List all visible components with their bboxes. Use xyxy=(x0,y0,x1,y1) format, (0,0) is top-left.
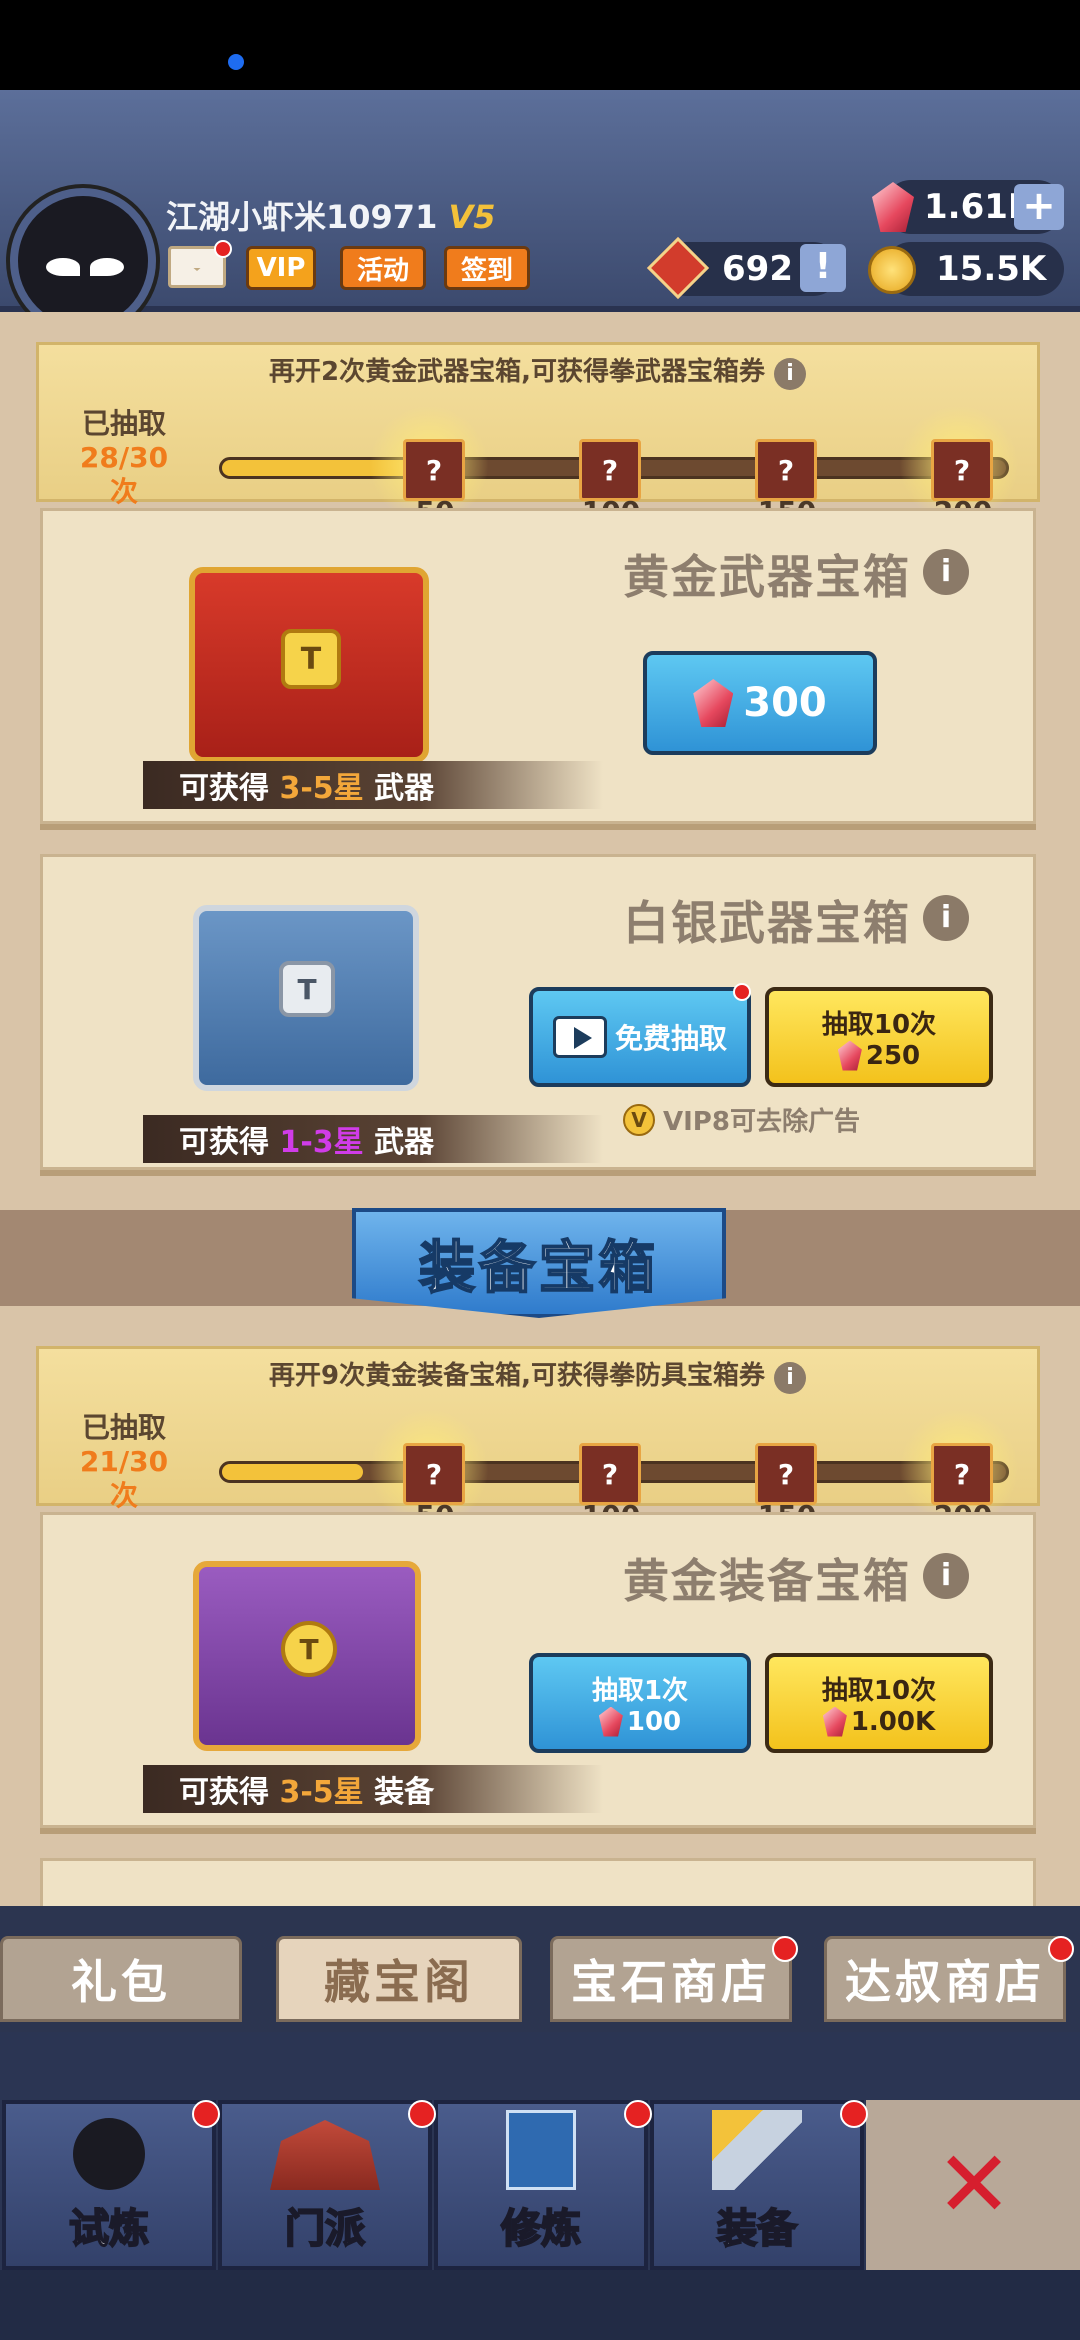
milestone-reward-icon[interactable]: ? xyxy=(755,439,817,501)
milestone-reward-icon[interactable]: ? xyxy=(755,1443,817,1505)
milestone-reward-icon[interactable]: ? xyxy=(931,1443,993,1505)
gold-weapon-chest-title: 黄金武器宝箱 xyxy=(623,550,911,604)
next-chest-card xyxy=(40,1858,1036,1906)
silver-draw-ten-button[interactable]: 抽取10次 250 xyxy=(765,987,993,1087)
equip-draw-one-button[interactable]: 抽取1次 100 xyxy=(529,1653,751,1753)
weapon-drawn-count: 已抽取 28/30次 xyxy=(79,407,169,508)
video-ad-icon xyxy=(552,1016,607,1058)
milestone-reward-icon[interactable]: ? xyxy=(403,1443,465,1505)
treasure-panel[interactable]: 再开2次黄金武器宝箱,可获得拳武器宝箱券 i 已抽取 28/30次 ? ? ? ?… xyxy=(0,312,1080,1906)
gold-equip-chest-card: 黄金装备宝箱 i T 可获得 3-5星 装备 抽取1次 100 抽取10次 1.00… xyxy=(40,1512,1036,1828)
buy-gold-weapon-button[interactable]: 300 xyxy=(643,651,877,755)
nav-sect-label: 门派 xyxy=(284,2205,366,2253)
weapon-progress-box: 再开2次黄金武器宝箱,可获得拳武器宝箱券 i 已抽取 28/30次 ? ? ? ?… xyxy=(36,342,1040,528)
tab-gem-shop[interactable]: 宝石商店 xyxy=(550,1936,792,2022)
chest-lock-icon: T xyxy=(281,1621,337,1677)
gold-weapon-chest-image: T xyxy=(189,567,429,763)
info-icon[interactable]: i xyxy=(774,358,807,390)
checkin-button[interactable]: 签到 xyxy=(444,246,530,290)
status-indicator-dot xyxy=(228,54,244,70)
gem-icon xyxy=(822,1706,847,1737)
mail-notification-dot xyxy=(214,240,232,258)
milestone-reward-icon[interactable]: ? xyxy=(579,1443,641,1505)
gem-icon xyxy=(837,1040,862,1071)
nav-notification-dot xyxy=(408,2100,436,2128)
tab-treasure-pavilion[interactable]: 藏宝阁 xyxy=(276,1936,522,2022)
event-button[interactable]: 活动 xyxy=(340,246,426,290)
silver-weapon-chest-image: T xyxy=(193,905,419,1091)
chest-info-icon[interactable]: i xyxy=(923,895,969,941)
weapon-progress-title: 再开2次黄金武器宝箱,可获得拳武器宝箱券 i xyxy=(269,351,807,390)
close-icon[interactable]: ✕ xyxy=(932,2139,1016,2231)
equip-progress-fill xyxy=(222,1464,364,1480)
gem-shop-notification-dot xyxy=(772,1936,798,1962)
nav-trial-label: 试炼 xyxy=(68,2205,150,2253)
chest-lock-icon: T xyxy=(281,629,341,689)
chest-info-icon[interactable]: i xyxy=(923,1553,969,1599)
silver-weapon-reward-ribbon: 可获得 1-3星 武器 xyxy=(143,1115,603,1163)
equip-progress-box: 再开9次黄金装备宝箱,可获得拳防具宝箱券 i 已抽取 21/30次 ? ? ? ?… xyxy=(36,1346,1040,1532)
milestone-reward-icon[interactable]: ? xyxy=(931,439,993,501)
uncle-shop-notification-dot xyxy=(1048,1936,1074,1962)
nav-notification-dot xyxy=(840,2100,868,2128)
vip-badge-icon: V xyxy=(623,1103,655,1136)
gold-weapon-chest-card: 黄金武器宝箱 i T 可获得 3-5星 武器 300 xyxy=(40,508,1036,824)
free-draw-button[interactable]: 免费抽取 xyxy=(529,987,751,1087)
nav-trial[interactable]: 试炼 xyxy=(2,2100,216,2270)
nav-equipment[interactable]: 装备 xyxy=(650,2100,864,2270)
equip-progress-title: 再开9次黄金装备宝箱,可获得拳防具宝箱券 i xyxy=(269,1355,807,1394)
gold-equip-chest-image: T xyxy=(193,1561,421,1751)
nav-notification-dot xyxy=(624,2100,652,2128)
nav-close-area[interactable]: ✕ xyxy=(866,2100,1080,2270)
equipment-section-title: 装备宝箱 xyxy=(352,1208,726,1318)
manual-book-icon xyxy=(506,2110,576,2190)
gesture-area xyxy=(0,2270,1080,2340)
info-icon[interactable]: i xyxy=(774,1362,807,1394)
gem-icon xyxy=(693,679,734,727)
player-name: 江湖小虾米10971 V5 xyxy=(166,198,496,236)
free-draw-notification-dot xyxy=(733,983,751,1001)
tab-gift-pack[interactable]: 礼包 xyxy=(0,1936,242,2022)
nav-notification-dot xyxy=(192,2100,220,2128)
silver-weapon-chest-title: 白银武器宝箱 xyxy=(623,896,911,950)
gold-weapon-reward-ribbon: 可获得 3-5星 武器 xyxy=(143,761,603,809)
avatar-left-eye xyxy=(46,258,80,276)
nav-cultivate[interactable]: 修炼 xyxy=(434,2100,648,2270)
tab-uncle-shop[interactable]: 达叔商店 xyxy=(824,1936,1066,2022)
silver-weapon-chest-card: 白银武器宝箱 i T 可获得 1-3星 武器 免费抽取 抽取10次 250 V VI… xyxy=(40,854,1036,1170)
milestone-reward-icon[interactable]: ? xyxy=(579,439,641,501)
vip-ad-note: V VIP8可去除广告 xyxy=(623,1101,860,1138)
gold-equip-chest-title: 黄金装备宝箱 xyxy=(623,1554,911,1608)
add-gems-icon[interactable]: + xyxy=(1014,184,1064,230)
status-bar xyxy=(0,0,1080,90)
chest-info-icon[interactable]: i xyxy=(923,549,969,595)
equip-draw-ten-button[interactable]: 抽取10次 1.00K xyxy=(765,1653,993,1753)
shop-tab-bar: 礼包 藏宝阁 宝石商店 达叔商店 xyxy=(0,1906,1080,2032)
avatar-right-eye xyxy=(90,258,124,276)
nav-sect[interactable]: 门派 xyxy=(218,2100,432,2270)
nav-equipment-label: 装备 xyxy=(716,2205,798,2253)
gold-coin-icon xyxy=(868,246,916,294)
milestone-reward-icon[interactable]: ? xyxy=(403,439,465,501)
trial-icon xyxy=(73,2118,145,2190)
chest-lock-icon: T xyxy=(279,961,335,1017)
vip-button[interactable]: VIP xyxy=(246,246,316,290)
equip-drawn-count: 已抽取 21/30次 xyxy=(79,1411,169,1512)
vip-level-badge: V5 xyxy=(448,198,496,236)
gem-icon xyxy=(598,1706,623,1737)
sword-icon xyxy=(712,2110,802,2190)
honor-info-icon[interactable]: ! xyxy=(800,244,846,292)
gold-equip-reward-ribbon: 可获得 3-5星 装备 xyxy=(143,1765,603,1813)
nav-cultivate-label: 修炼 xyxy=(500,2205,582,2253)
sect-gate-icon xyxy=(270,2120,380,2190)
